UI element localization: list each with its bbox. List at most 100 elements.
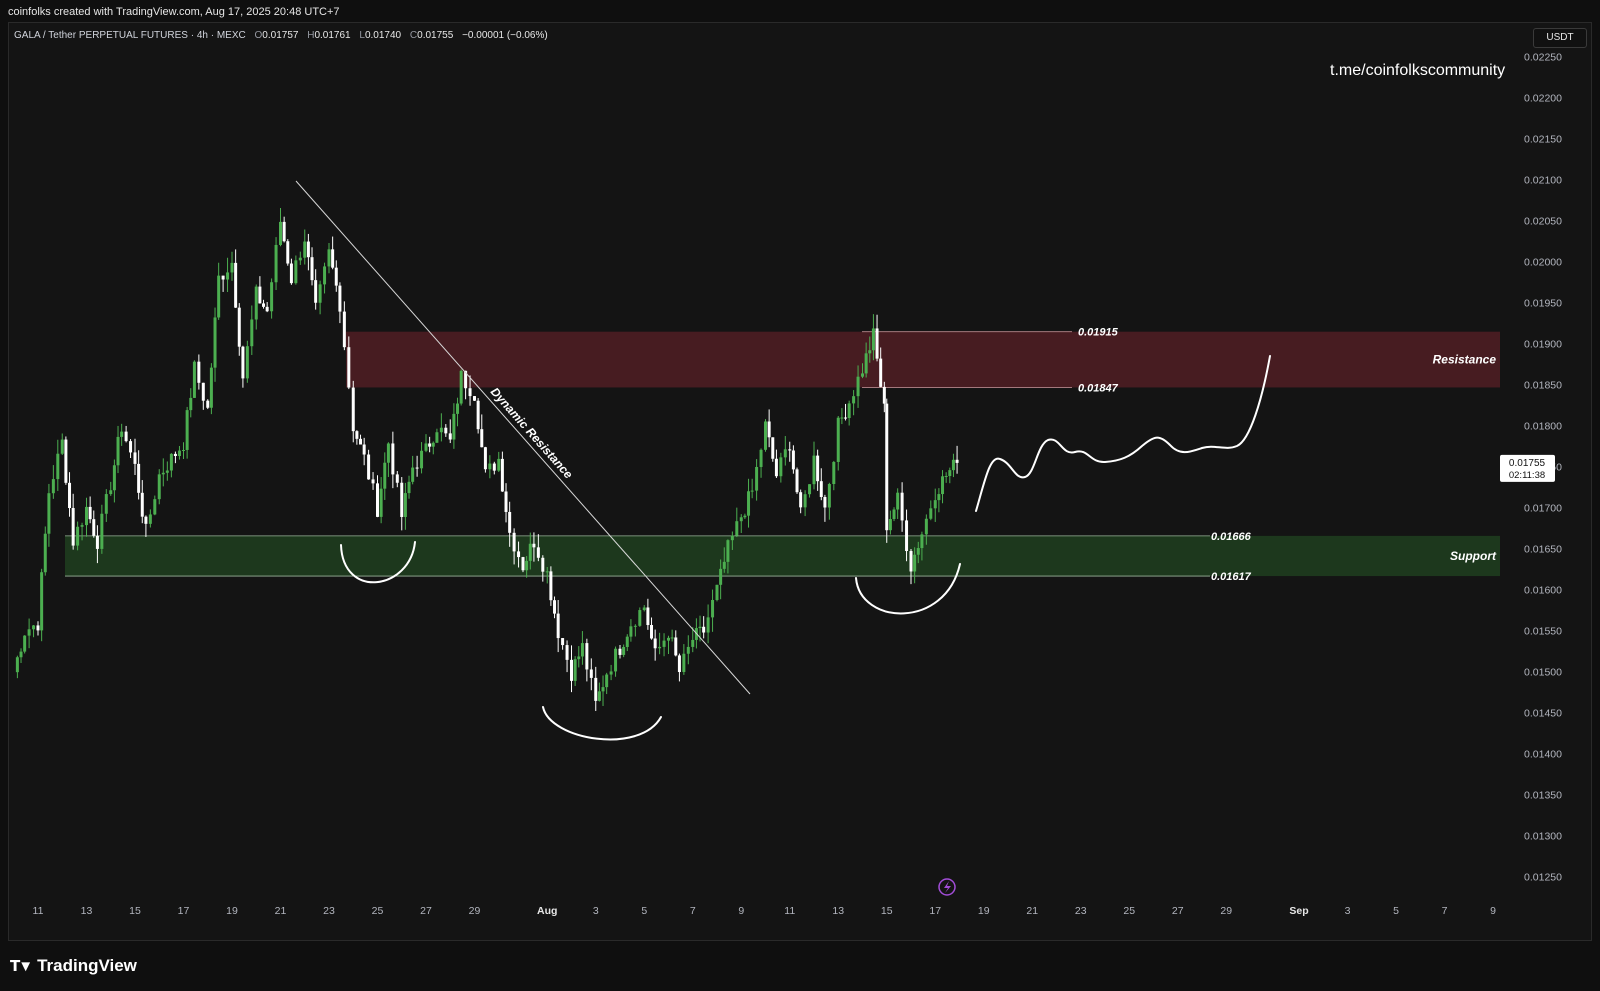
candle-body [924,518,928,535]
candle-body [561,638,565,646]
candle-body [483,447,487,470]
candle-body [43,533,47,573]
tradingview-logo[interactable]: 𝗧▼ TradingView [10,956,137,976]
candle-body [774,458,778,477]
candle-body [209,367,213,408]
tradingview-brand: TradingView [37,956,137,975]
candle-body [497,458,501,471]
candle-body [783,449,787,458]
candle-body [100,513,104,549]
y-tick-label: 0.02000 [1524,257,1562,269]
candle-body [400,482,404,517]
candle-body [331,249,335,268]
x-tick-label: 17 [178,905,190,917]
candle-body [452,413,456,440]
candle-body [415,467,419,469]
candle-body [250,319,254,347]
candle-body [589,669,593,678]
candle-body [764,421,767,450]
candle-body [234,262,238,308]
candle-body [614,648,618,672]
candle-body [351,387,355,432]
candle-body [376,483,379,517]
candle-body [424,443,428,451]
candle-body [638,610,642,626]
candle-body [585,643,589,670]
candle-body [500,458,504,492]
candle-body [521,557,525,571]
candle-body [334,267,338,286]
candle-body [362,444,366,455]
candle-body [735,521,739,536]
candle-body [265,306,269,312]
candle-body [289,263,293,284]
x-tick-label: 21 [1026,905,1038,917]
x-tick-label: 17 [929,905,941,917]
candle-body [730,535,734,541]
candle-body [832,461,836,485]
x-tick-label: 11 [784,905,795,917]
y-tick-label: 0.01600 [1524,585,1562,597]
y-tick-label: 0.01700 [1524,503,1562,515]
candle-body [36,625,40,631]
resistance-top-label: 0.01915 [1078,327,1119,339]
price-chart[interactable]: 0.01915 0.01847 0.01666 0.01617 Resistance Su… [0,0,1600,991]
dynamic-resistance-line [295,180,751,695]
candle-body [68,482,72,509]
x-tick-label: 15 [881,905,893,917]
candle-body [120,431,124,437]
candle-body [327,249,331,267]
candle-body [157,474,161,500]
candle-body [545,571,549,573]
candle-body [674,637,678,656]
candle-body [819,481,823,498]
x-tick-label: 27 [1172,905,1184,917]
candle-body [177,450,181,457]
y-tick-label: 0.01950 [1524,298,1562,310]
support-top-label: 0.01666 [1211,531,1252,543]
candle-body [597,691,601,701]
candle-body [488,463,492,470]
candle-body [808,484,812,495]
candle-body [698,626,702,629]
candle-body [840,417,844,419]
candle-body [788,449,792,451]
candle-body [64,439,68,483]
candle-body [140,492,144,517]
candle-body [755,466,759,491]
candle-body [88,506,92,520]
candle-body [618,648,622,655]
candle-body [379,488,383,517]
candle-body [185,410,189,450]
support-zone [65,535,1500,577]
candle-body [420,450,424,469]
x-tick-label: 25 [1123,905,1135,917]
y-tick-label: 0.01800 [1524,421,1562,433]
candle-body [905,520,909,552]
candle-body [951,459,955,471]
x-tick-label: Sep [1289,905,1308,917]
resistance-zone-label: Resistance [1433,353,1497,367]
x-tick-label: 29 [1220,905,1232,917]
candle-body [254,286,258,320]
candle-body [347,347,351,388]
candle-body [428,443,432,447]
candle-body [823,497,827,508]
candle-body [169,453,173,471]
candle-body [435,432,439,443]
candle-body [504,491,508,512]
candle-body [941,476,945,495]
candle-body [112,465,116,491]
candle-body [622,646,626,655]
candle-body [226,272,230,280]
candle-body [888,519,892,531]
candle-body [711,600,715,618]
candle-body [221,275,225,280]
candle-body [144,516,148,524]
candle-body [856,376,860,397]
candle-body [124,431,128,442]
candle-body [355,431,359,439]
x-tick-label: 11 [33,905,44,917]
candle-body [852,396,856,404]
x-tick-label: 9 [738,905,744,917]
